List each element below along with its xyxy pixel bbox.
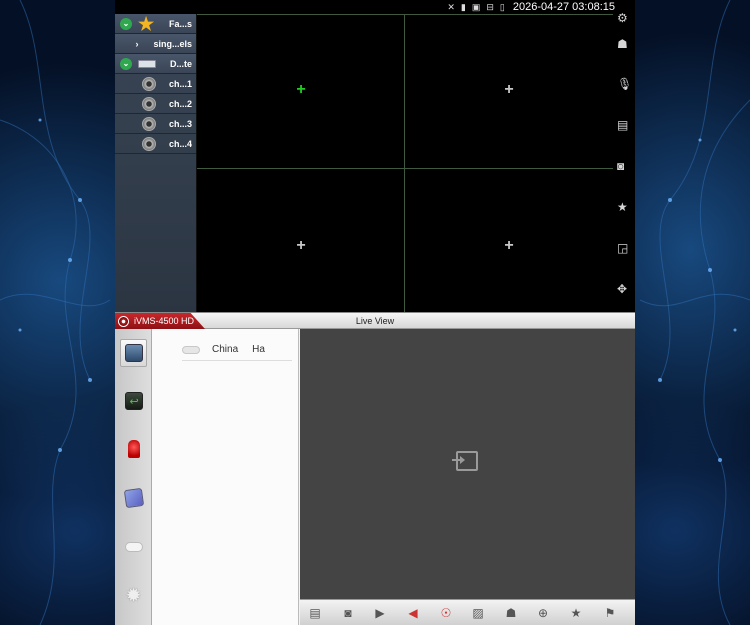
grid-divider: [197, 14, 613, 15]
grid-divider: [404, 14, 405, 312]
alarm-icon: [127, 440, 140, 458]
nav-settings[interactable]: ✹: [120, 582, 147, 610]
chevron-right-icon[interactable]: ›: [131, 39, 143, 49]
audio-icon[interactable]: ◀: [405, 606, 421, 620]
camera-icon[interactable]: ◙: [617, 159, 624, 173]
playback-icon: ↩: [124, 392, 143, 410]
nav-alarm[interactable]: [120, 435, 147, 463]
gear-icon[interactable]: ⚙: [617, 11, 628, 25]
side-nav: ↩ ✹: [115, 329, 152, 625]
tree-row-label: ch...2: [168, 98, 192, 109]
star-icon[interactable]: ★: [617, 200, 628, 214]
tree-row-label: D...te: [169, 58, 192, 69]
tree-row-label: Fa...s: [168, 18, 192, 29]
live-video-area[interactable]: [300, 329, 635, 599]
title-bar: Live View iVMS-4500 HD: [115, 313, 635, 329]
status-bar: ✕ ▮ ▣ ⊟ ▯ 2026-04-27 03:08:15: [115, 0, 635, 14]
zoom-icon[interactable]: ⊕: [535, 606, 551, 620]
picture-icon[interactable]: ▤: [307, 606, 323, 620]
dvr-icon: [138, 59, 156, 68]
add-stream-icon[interactable]: [452, 451, 478, 471]
gear-icon: ✹: [125, 585, 142, 607]
nav-pictures[interactable]: [120, 484, 147, 512]
add-channel-button[interactable]: +: [294, 237, 308, 254]
tree-row-label: ch...1: [168, 78, 192, 89]
window-icon[interactable]: ◲: [617, 241, 628, 255]
tree-row-favorites[interactable]: ⌄ ★ Fa...s: [115, 14, 196, 34]
star-icon: ★: [138, 13, 155, 34]
microphone-icon[interactable]: ☉: [438, 606, 454, 620]
ivms-main-window: Live View iVMS-4500 HD ↩ ✹ China Ha ▤ ◙ …: [115, 312, 635, 625]
nav-cloud[interactable]: [120, 533, 147, 561]
multi-view-window: ✕ ▮ ▣ ⊟ ▯ 2026-04-27 03:08:15 ⌄ ★ Fa...s…: [115, 0, 635, 312]
tree-row-channel[interactable]: ch...4: [115, 134, 196, 154]
cloud-icon: [182, 345, 200, 354]
device-tree: ⌄ ★ Fa...s › sing...els ⌄ D...te ch...1 …: [115, 14, 197, 312]
add-channel-button[interactable]: +: [502, 237, 516, 254]
live-toolbar: ▤ ◙ ▶ ◀ ☉ ▨ ☗ ⊕ ★ ⚑: [300, 599, 635, 625]
tree-row-single-channels[interactable]: › sing...els: [115, 34, 196, 54]
status-clock: 2026-04-27 03:08:15: [512, 1, 615, 13]
region-row[interactable]: China Ha: [182, 339, 292, 361]
camera-icon: [142, 96, 156, 111]
device-list-panel: China Ha: [152, 329, 299, 625]
live-tool-rail: ⚙ ☗ 🎙 ▤ ◙ ★ ◲ ✥: [613, 11, 635, 312]
app-logo-icon: [118, 315, 129, 327]
cloud-icon: [124, 542, 143, 552]
add-channel-button[interactable]: +: [294, 81, 308, 98]
person-icon[interactable]: ⚑: [602, 606, 618, 620]
tree-row-label: ch...4: [168, 138, 192, 149]
picture-icon[interactable]: ▤: [617, 118, 628, 132]
camera-icon: [142, 76, 156, 91]
chevron-down-icon[interactable]: ⌄: [120, 17, 132, 30]
app-name: iVMS-4500 HD: [134, 316, 195, 326]
record-icon[interactable]: ▶: [372, 606, 388, 620]
microphone-icon[interactable]: 🎙: [617, 77, 632, 91]
region-label-secondary: Ha: [252, 344, 265, 355]
chevron-down-icon[interactable]: ⌄: [120, 57, 132, 70]
live-view-icon: [124, 344, 143, 362]
move-icon[interactable]: ✥: [617, 282, 627, 296]
camera-icon: [142, 136, 156, 151]
camera-icon[interactable]: ◙: [340, 606, 356, 620]
camera-icon: [142, 116, 156, 131]
region-label: China: [212, 344, 239, 355]
tree-row-channel[interactable]: ch...2: [115, 94, 196, 114]
video-grid: + + + +: [197, 14, 613, 312]
star-icon[interactable]: ★: [568, 606, 584, 620]
picture-icon: [123, 487, 144, 509]
tree-row-device[interactable]: ⌄ D...te: [115, 54, 196, 74]
sdcard-icon: ▮: [460, 1, 466, 12]
ptz-icon[interactable]: ☗: [503, 606, 519, 620]
mute-icon: ✕: [447, 1, 455, 12]
tree-row-channel[interactable]: ch...3: [115, 114, 196, 134]
tree-row-label: sing...els: [153, 38, 192, 49]
nav-live-view[interactable]: [120, 339, 147, 367]
usb-debug-icon: ⊟: [486, 1, 494, 12]
nav-playback[interactable]: ↩: [120, 387, 147, 415]
tree-row-channel[interactable]: ch...1: [115, 74, 196, 94]
grid-divider: [197, 168, 613, 169]
ptz-icon[interactable]: ☗: [617, 37, 628, 51]
battery-icon: ▯: [499, 1, 505, 12]
app-brand-tab[interactable]: iVMS-4500 HD: [115, 313, 205, 329]
add-channel-button[interactable]: +: [502, 81, 516, 98]
tree-row-label: ch...3: [168, 118, 192, 129]
quality-icon[interactable]: ▨: [470, 606, 486, 620]
screenshot-icon: ▣: [471, 1, 481, 12]
